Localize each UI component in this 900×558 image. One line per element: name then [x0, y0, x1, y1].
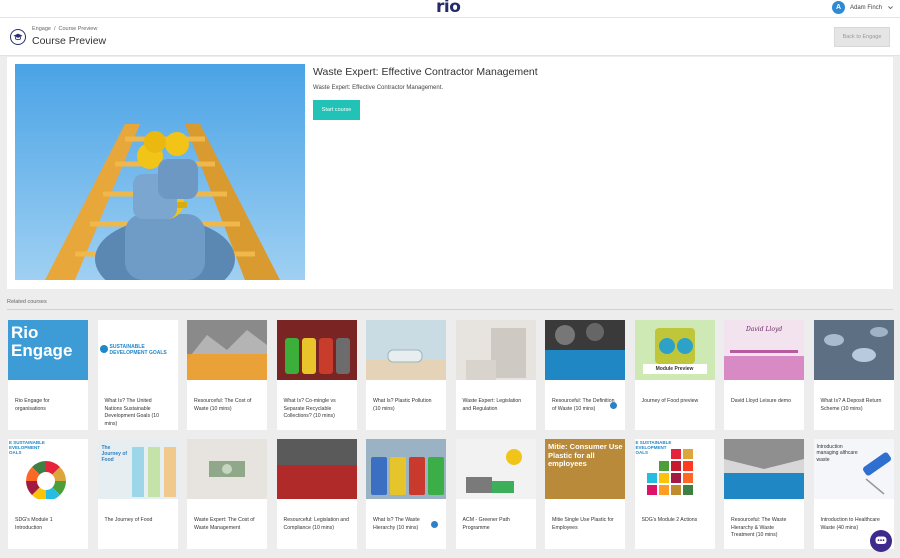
related-courses-heading: Related courses [7, 299, 47, 305]
related-courses-grid: Rio Engage Rio Engage for organisations … [8, 320, 894, 549]
course-card[interactable]: Rio Engage Rio Engage for organisations [8, 320, 88, 430]
card-title: Resourceful: Legislation and Compliance … [283, 517, 349, 531]
card-thumb-text: E SUSTAINABLE EVELOPMENT OALS [9, 440, 45, 455]
course-card[interactable]: Mitie: Consumer Use Plastic for all empl… [545, 439, 625, 549]
card-thumb-text: Mitie: Consumer Use Plastic for all empl… [548, 442, 623, 469]
course-card[interactable]: Waste Expert: Legislation and Regulation [455, 320, 536, 430]
divider [7, 309, 893, 310]
card-thumbnail [545, 320, 625, 380]
course-card[interactable]: E SUSTAINABLE EVELOPMENT OALS SDG's Modu… [634, 439, 715, 549]
card-title: Waste Expert: Legislation and Regulation [462, 398, 522, 412]
card-title: Resourceful: The Waste Hierarchy & Waste… [731, 517, 787, 539]
card-title: David Lloyd Leisure demo [731, 398, 791, 404]
card-thumbnail: David Lloyd [724, 320, 804, 380]
card-thumbnail [187, 439, 267, 499]
breadcrumb-separator: / [53, 26, 56, 32]
card-thumbnail: Mitie: Consumer Use Plastic for all empl… [545, 439, 625, 499]
card-title: Journey of Food preview [641, 398, 699, 404]
start-course-button[interactable]: Start course [313, 100, 360, 120]
course-card[interactable]: What Is? The Waste Hierarchy (10 mins) [366, 439, 446, 549]
info-badge-icon [610, 402, 617, 409]
chevron-down-icon[interactable] [887, 4, 894, 11]
card-thumbnail [276, 320, 357, 380]
course-description: Waste Expert: Effective Contractor Manag… [313, 85, 444, 91]
card-title: Resourceful: The Cost of Waste (10 mins) [194, 398, 252, 412]
breadcrumb-current: Course Preview [58, 26, 98, 32]
course-card[interactable]: SUSTAINABLE DEVELOPMENT GOALS What Is? T… [97, 320, 178, 430]
course-card[interactable]: Resourceful: Legislation and Compliance … [276, 439, 357, 549]
rio-logo[interactable]: rio [436, 0, 461, 17]
course-card[interactable]: David Lloyd David Lloyd Leisure demo [724, 320, 804, 430]
chat-launcher-button[interactable] [870, 530, 892, 552]
card-thumbnail [455, 320, 536, 380]
info-badge-icon [431, 521, 438, 528]
card-title: Waste Expert: The Cost of Waste Manageme… [194, 517, 255, 531]
card-thumbnail: Introduction managing althcare waste [813, 439, 894, 499]
card-thumb-text: Rio Engage [11, 323, 73, 360]
course-panel: Waste Expert: Effective Contractor Manag… [7, 57, 893, 289]
card-title: What Is? Co-mingle vs Separate Recyclabl… [283, 398, 336, 420]
course-hero-image [15, 64, 305, 280]
card-title: What Is? The United Nations Sustainable … [104, 398, 160, 427]
course-card[interactable]: E SUSTAINABLE EVELOPMENT OALS SDG's Modu… [8, 439, 88, 549]
graduation-cap-icon [10, 29, 26, 45]
back-to-engage-button[interactable]: Back to Engage [834, 27, 890, 47]
card-thumb-text: Introduction managing althcare waste [816, 444, 858, 463]
card-thumbnail: E SUSTAINABLE EVELOPMENT OALS [634, 439, 715, 499]
card-thumb-text: David Lloyd [746, 326, 783, 333]
breadcrumb-engage[interactable]: Engage [32, 26, 51, 32]
chat-bubble-icon [875, 536, 887, 544]
user-menu[interactable]: A Adam Finch [831, 1, 894, 14]
card-title: SDG's Module 1 Introduction [15, 517, 53, 531]
course-card[interactable]: What Is? Co-mingle vs Separate Recyclabl… [276, 320, 357, 430]
card-title: What Is? A Deposit Return Scheme (10 min… [820, 398, 882, 412]
avatar[interactable]: A [831, 1, 845, 14]
course-title: Waste Expert: Effective Contractor Manag… [313, 66, 538, 78]
card-title: What Is? Plastic Pollution (10 mins) [373, 398, 432, 412]
breadcrumb: Engage / Course Preview [32, 26, 97, 32]
course-card[interactable]: What Is? Plastic Pollution (10 mins) [366, 320, 446, 430]
course-card[interactable]: What Is? A Deposit Return Scheme (10 min… [813, 320, 894, 430]
card-thumbnail [276, 439, 357, 499]
card-thumbnail [813, 320, 894, 380]
card-title: Mitie Single Use Plastic for Employees [552, 517, 614, 531]
course-card[interactable]: ACM - Greener Path Programme [455, 439, 536, 549]
card-thumbnail [455, 439, 536, 499]
card-thumbnail [187, 320, 267, 380]
course-card[interactable]: Resourceful: The Waste Hierarchy & Waste… [724, 439, 804, 549]
card-thumbnail: E SUSTAINABLE EVELOPMENT OALS [8, 439, 88, 499]
course-card[interactable]: Waste Expert: The Cost of Waste Manageme… [187, 439, 267, 549]
card-thumbnail [366, 320, 446, 380]
card-thumb-text: SUSTAINABLE DEVELOPMENT GOALS [109, 344, 167, 356]
course-card[interactable]: The Journey of Food The Journey of Food [97, 439, 178, 549]
card-thumbnail: Rio Engage [8, 320, 88, 380]
card-thumb-text: E SUSTAINABLE EVELOPMENT OALS [635, 440, 672, 455]
page-title: Course Preview [32, 35, 107, 47]
card-title: Rio Engage for organisations [15, 398, 50, 412]
course-card[interactable]: Resourceful: The Cost of Waste (10 mins) [187, 320, 267, 430]
course-card[interactable]: Resourceful: The Definition of Waste (10… [545, 320, 625, 430]
card-title: The Journey of Food [104, 517, 153, 523]
course-card[interactable]: Module Preview Journey of Food preview [634, 320, 715, 430]
card-thumb-text: The Journey of Food [101, 445, 128, 463]
card-title: ACM - Greener Path Programme [462, 517, 510, 531]
card-thumbnail [366, 439, 446, 499]
top-bar: rio A Adam Finch [0, 0, 900, 18]
card-thumbnail: SUSTAINABLE DEVELOPMENT GOALS [97, 320, 178, 380]
card-title: SDG's Module 2 Actions [641, 517, 698, 523]
card-thumbnail: The Journey of Food [97, 439, 178, 499]
user-name[interactable]: Adam Finch [850, 5, 882, 11]
card-thumb-text: Module Preview [655, 366, 694, 372]
card-thumbnail [724, 439, 804, 499]
page-header: Engage / Course Preview Course Preview B… [0, 18, 900, 56]
card-thumbnail: Module Preview [634, 320, 715, 380]
card-title: Introduction to Healthcare Waste (40 min… [820, 517, 880, 531]
